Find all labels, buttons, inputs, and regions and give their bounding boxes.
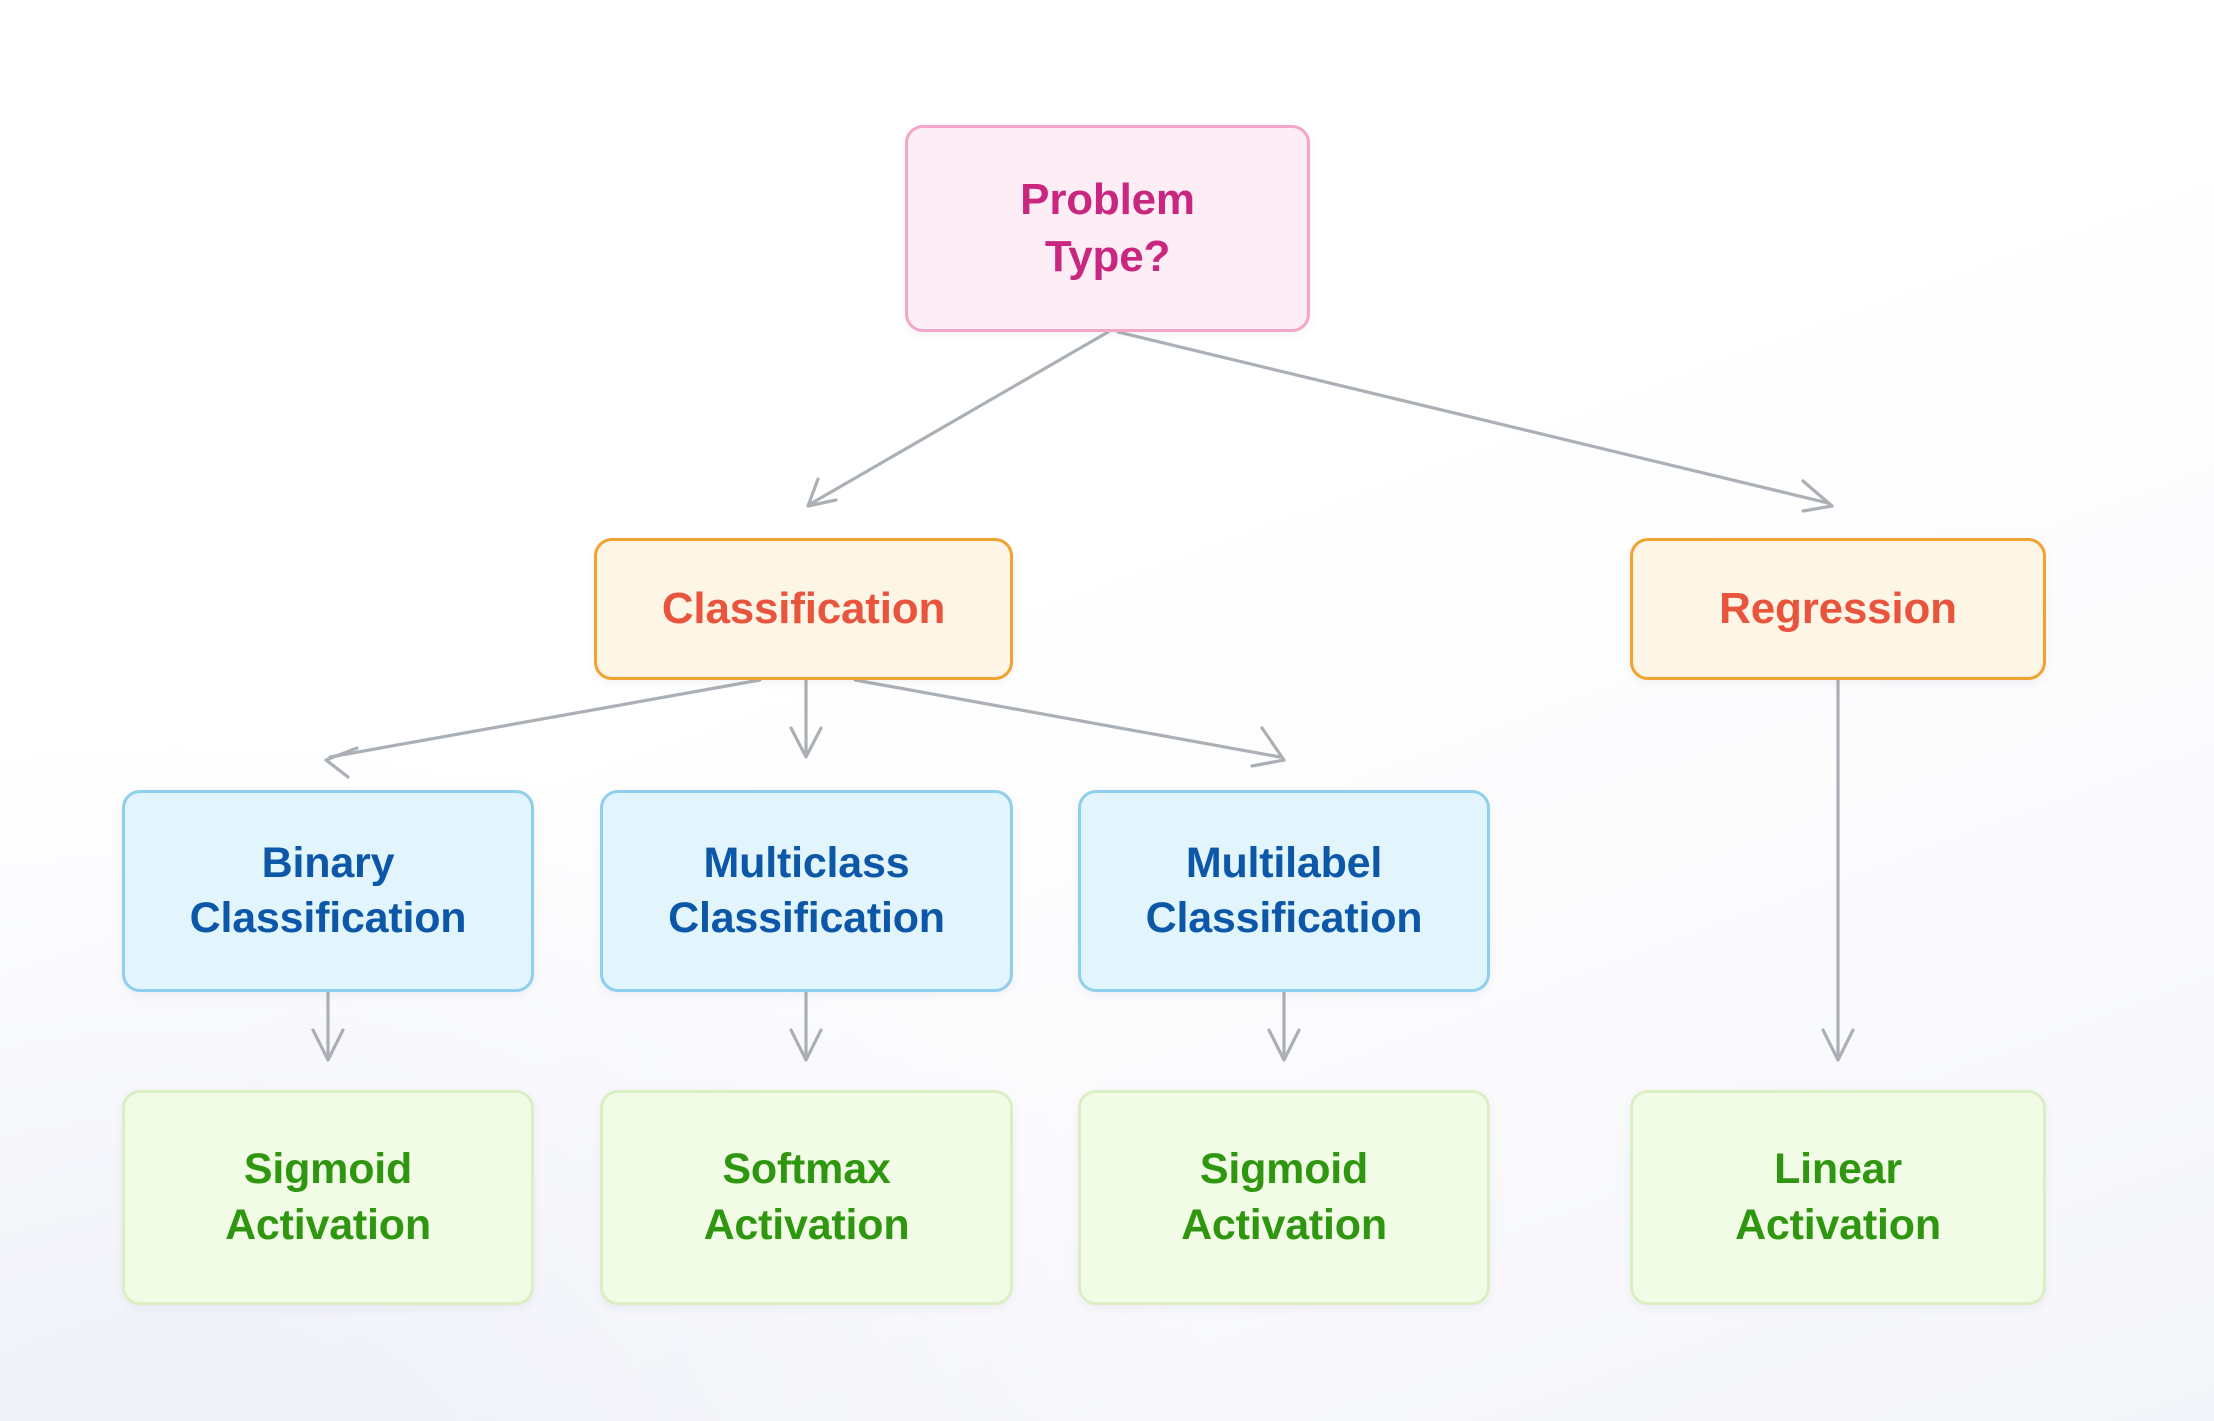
edge-multilabel-to-sigmoid xyxy=(1267,990,1301,1062)
edge-classification-to-multiclass xyxy=(789,678,823,759)
node-multiclass-classification[interactable]: Multiclass Classification xyxy=(600,790,1013,992)
diagram-canvas: Problem Type? Classification Regression … xyxy=(0,0,2214,1421)
node-regression[interactable]: Regression xyxy=(1630,538,2046,680)
edge-classification-to-multilabel xyxy=(853,678,1286,768)
node-sigmoid-activation-multilabel[interactable]: Sigmoid Activation xyxy=(1078,1090,1490,1305)
edge-root-to-classification xyxy=(806,330,1110,508)
node-linear-activation[interactable]: Linear Activation xyxy=(1630,1090,2046,1305)
node-sigmoid-activation-binary[interactable]: Sigmoid Activation xyxy=(122,1090,534,1305)
edge-regression-to-linear xyxy=(1821,678,1855,1062)
node-multilabel-classification[interactable]: Multilabel Classification xyxy=(1078,790,1490,992)
node-classification[interactable]: Classification xyxy=(594,538,1013,680)
edge-multiclass-to-softmax xyxy=(789,990,823,1062)
edge-binary-to-sigmoid xyxy=(311,990,345,1062)
edge-root-to-regression xyxy=(1116,330,1834,513)
edge-classification-to-binary xyxy=(324,678,762,779)
node-binary-classification[interactable]: Binary Classification xyxy=(122,790,534,992)
node-problem-type[interactable]: Problem Type? xyxy=(905,125,1310,332)
node-softmax-activation[interactable]: Softmax Activation xyxy=(600,1090,1013,1305)
